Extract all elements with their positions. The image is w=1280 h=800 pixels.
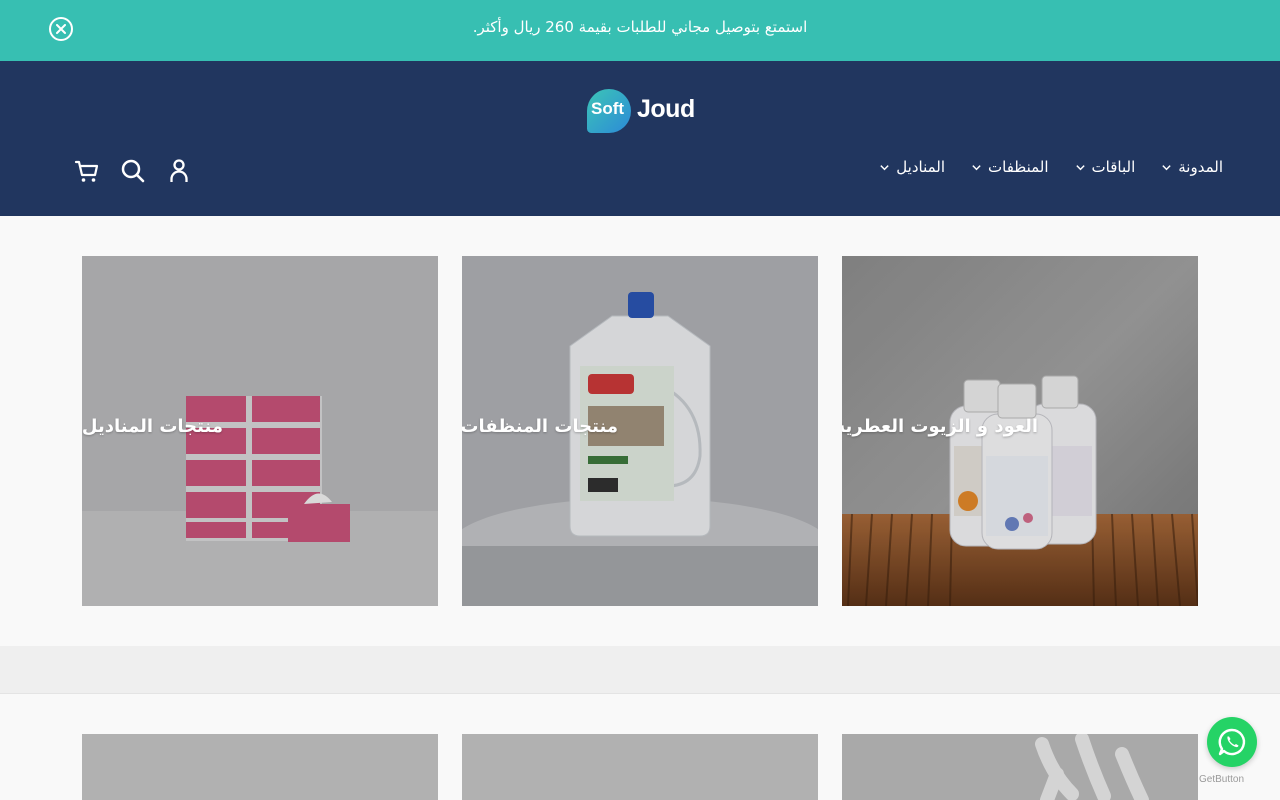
nav-item-label: الباقات — [1091, 158, 1136, 176]
nav-item-label: المدونة — [1178, 158, 1223, 176]
whatsapp-button[interactable] — [1207, 717, 1257, 767]
nav-item-label: المناديل — [896, 158, 946, 176]
collection-title: منتجات المنظفات — [462, 416, 618, 437]
section-divider — [0, 646, 1280, 694]
announcement-bar: استمتع بتوصيل مجاني للطلبات بقيمة 260 ري… — [0, 0, 1280, 61]
account-button[interactable] — [166, 158, 192, 184]
collection-card-cleaners[interactable]: منتجات المنظفات — [462, 256, 818, 606]
nav-item-blog[interactable]: المدونة — [1161, 158, 1223, 176]
header-icons — [74, 158, 192, 184]
nav-item-cleaners[interactable]: المنظفات — [971, 158, 1049, 176]
collection-card-row2-right[interactable] — [842, 734, 1198, 800]
nav-item-bundles[interactable]: الباقات — [1075, 158, 1136, 176]
getbutton-credit[interactable]: GetButton — [1199, 774, 1244, 785]
announcement-text: استمتع بتوصيل مجاني للطلبات بقيمة 260 ري… — [472, 18, 808, 36]
cart-icon — [74, 160, 99, 182]
collection-card-tissues[interactable]: منتجات المناديل — [82, 256, 438, 606]
nav-item-label: المنظفات — [988, 158, 1049, 176]
collection-image-gloves — [842, 734, 1198, 800]
chevron-down-icon — [1162, 164, 1171, 170]
collection-title: منتجات المناديل — [82, 416, 223, 437]
collection-card-row2-middle[interactable] — [462, 734, 818, 800]
whatsapp-icon — [1218, 728, 1246, 756]
site-header: Soft Joud المناديل المنظفات الباقات المد… — [0, 61, 1280, 216]
collections-section-2 — [0, 694, 1280, 800]
collections-section: العود و الزيوت العطرية منتجات المنظفات م… — [0, 216, 1280, 646]
search-button[interactable] — [120, 158, 146, 184]
account-icon — [170, 159, 188, 182]
logo-text-joud: Joud — [637, 95, 695, 123]
chevron-down-icon — [972, 164, 981, 170]
collection-title: العود و الزيوت العطرية — [842, 416, 1038, 437]
chevron-down-icon — [880, 164, 889, 170]
getbutton-credit-text: GetButton — [1199, 774, 1245, 785]
cart-button[interactable] — [74, 158, 100, 184]
chevron-down-icon — [1075, 164, 1085, 170]
logo-text-soft: Soft — [591, 99, 625, 118]
collection-card-oud[interactable]: العود و الزيوت العطرية — [842, 256, 1198, 606]
collection-card-row2-left[interactable] — [82, 734, 438, 800]
nav-item-tissues[interactable]: المناديل — [879, 158, 945, 176]
main-nav: المناديل المنظفات الباقات المدونة — [879, 158, 1223, 176]
site-logo[interactable]: Soft Joud — [587, 89, 697, 133]
search-icon — [121, 159, 145, 183]
